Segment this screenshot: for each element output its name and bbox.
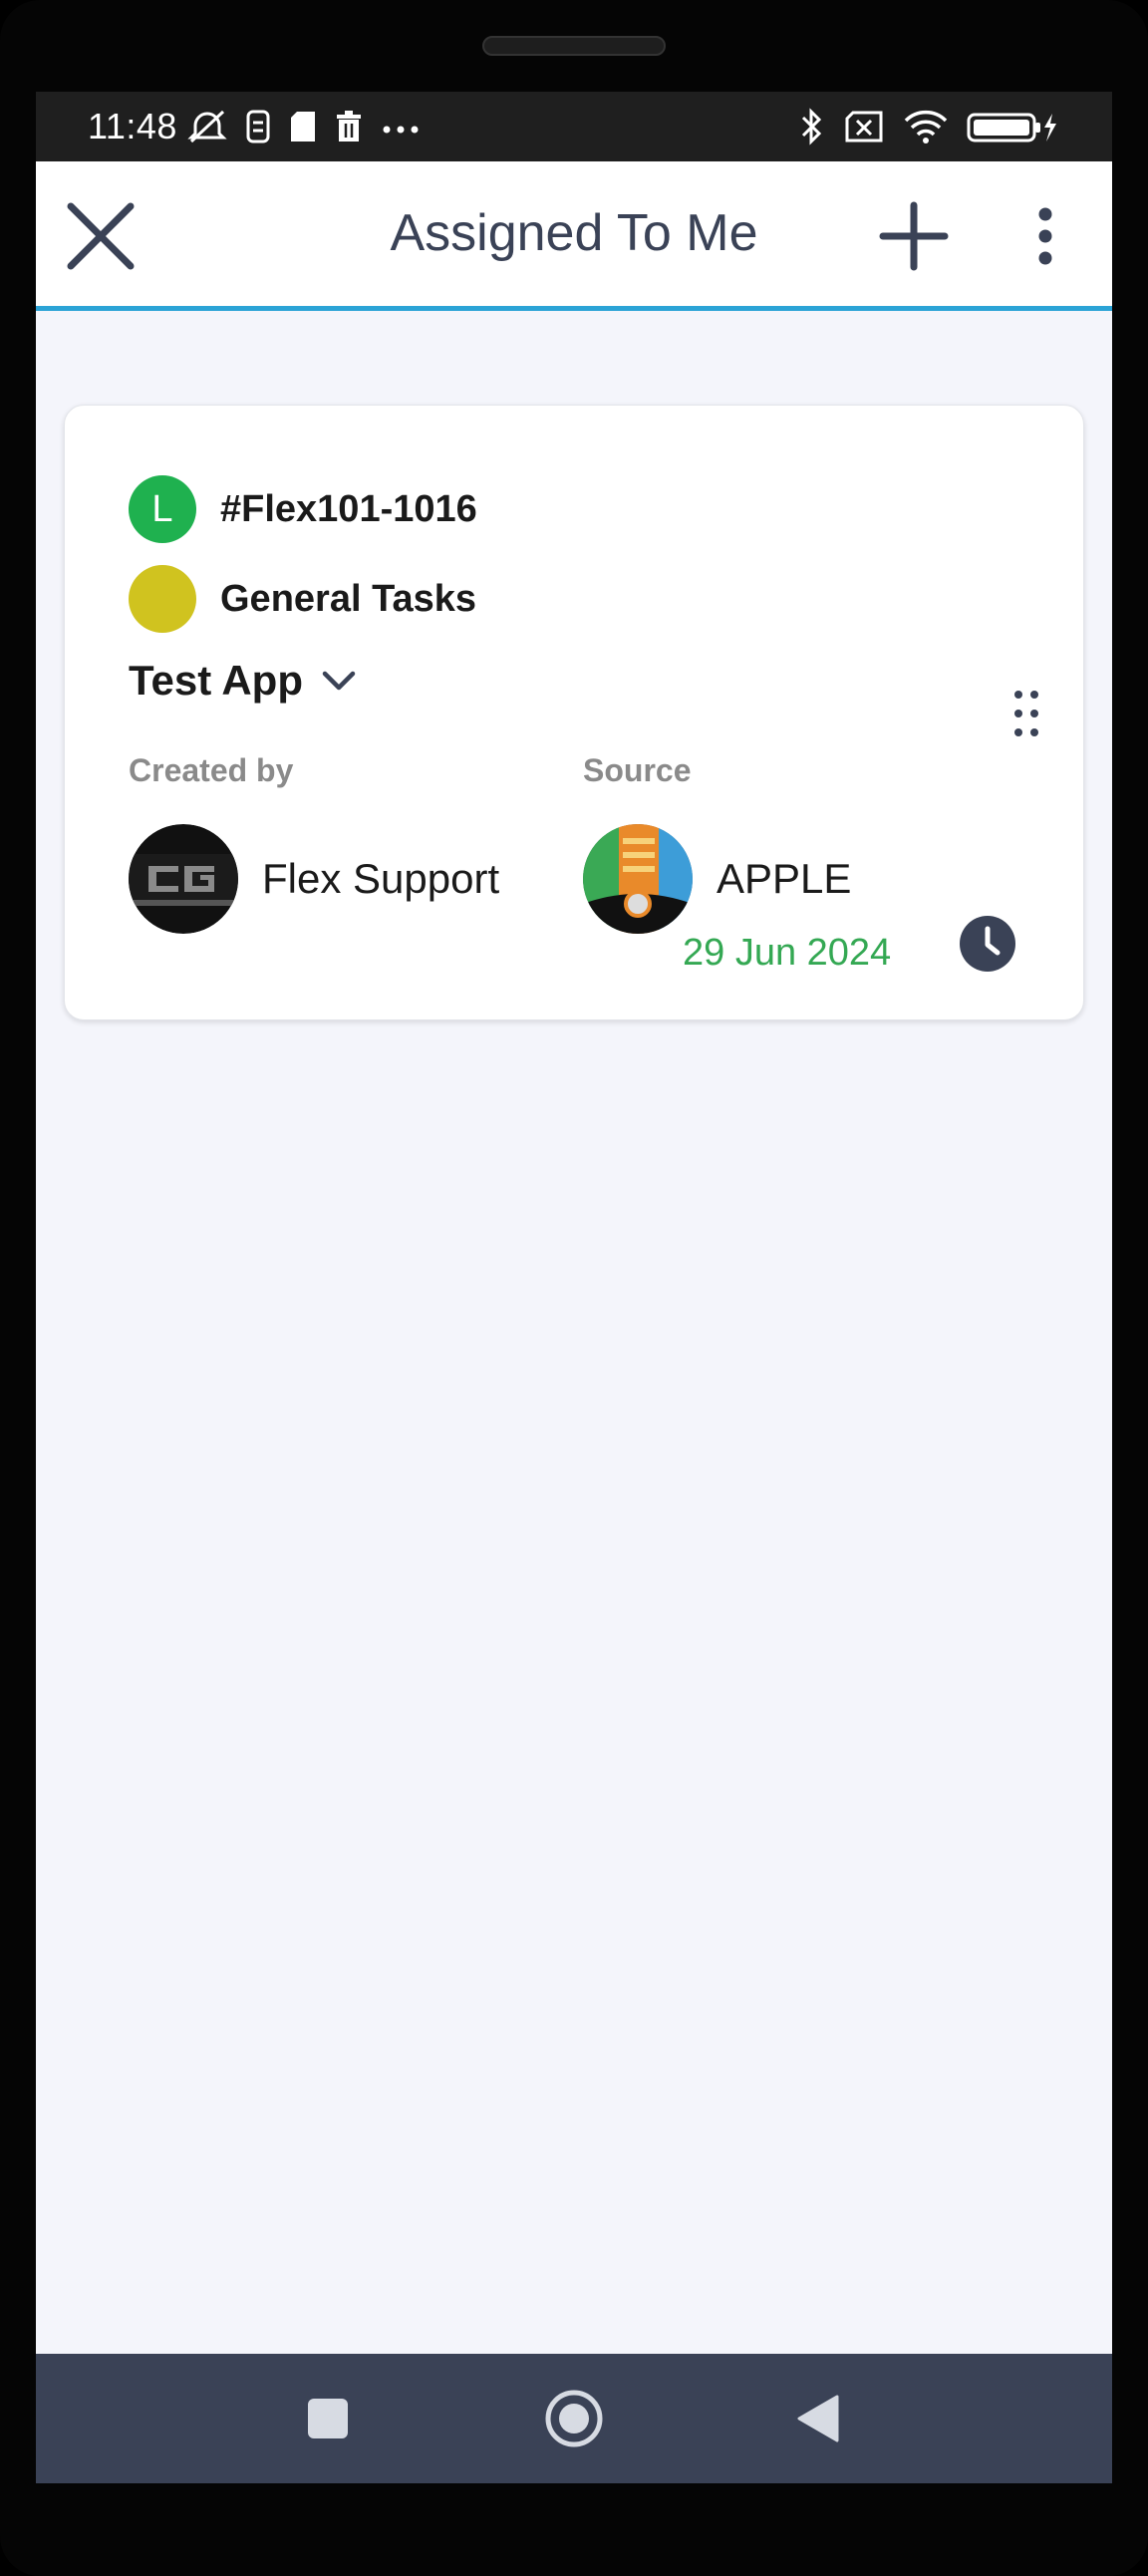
chevron-down-icon [322,671,356,691]
created-by-row: Flex Support [129,824,499,934]
ticket-badge-letter: L [151,487,173,530]
category-color-dot [129,565,196,633]
alarm-off-icon [187,108,227,150]
plus-icon [879,201,949,271]
creator-avatar [129,824,238,934]
category-name: General Tasks [220,577,477,620]
sim-icon [245,109,271,149]
drag-handle-icon [1014,691,1038,736]
system-nav-bar [36,2354,1112,2483]
back-button[interactable] [783,2384,853,2453]
ticket-id-row: L #Flex101-1016 [129,475,477,543]
task-card[interactable]: L #Flex101-1016 General Tasks Test App C… [64,405,1084,1020]
more-dots-icon [381,110,421,148]
app-selector[interactable]: Test App [129,657,359,705]
recent-apps-button[interactable] [293,2384,363,2453]
square-recent-icon [308,2399,348,2438]
source-avatar [583,824,693,934]
trash-icon [335,110,363,148]
ticket-badge: L [129,475,196,543]
status-bar: 11:48 [36,92,1112,161]
clock-icon[interactable] [960,916,1015,972]
source-name: APPLE [717,855,852,902]
source-row: APPLE [583,824,851,934]
battery-charging-icon [967,110,1060,148]
creator-name: Flex Support [262,855,500,902]
wifi-icon [903,109,949,149]
created-by-label: Created by [129,752,294,788]
app-header: Assigned To Me [36,161,1112,311]
speaker-grille [482,36,666,56]
status-icons-left [187,108,421,150]
status-time: 11:48 [88,106,177,146]
home-button[interactable] [539,2384,609,2453]
more-vertical-icon [1038,207,1052,265]
sd-card-icon [289,110,317,148]
drag-handle[interactable] [1011,689,1041,743]
status-icons-right [799,108,1060,150]
ticket-id: #Flex101-1016 [220,487,477,530]
triangle-back-icon [797,2395,839,2442]
circle-home-icon [545,2390,603,2447]
category-row: General Tasks [129,565,476,633]
add-button[interactable] [869,191,959,281]
task-date: 29 Jun 2024 [683,932,892,974]
screen: 11:48 Assigned To Me L #Flex101-1016 Gen… [36,92,1112,2483]
more-options-button[interactable] [1001,191,1090,281]
source-label: Source [583,752,692,788]
no-sim-icon [843,110,885,148]
bluetooth-icon [799,108,825,150]
phone-frame: 11:48 Assigned To Me L #Flex101-1016 Gen… [0,0,1148,2576]
app-name: Test App [129,657,303,704]
